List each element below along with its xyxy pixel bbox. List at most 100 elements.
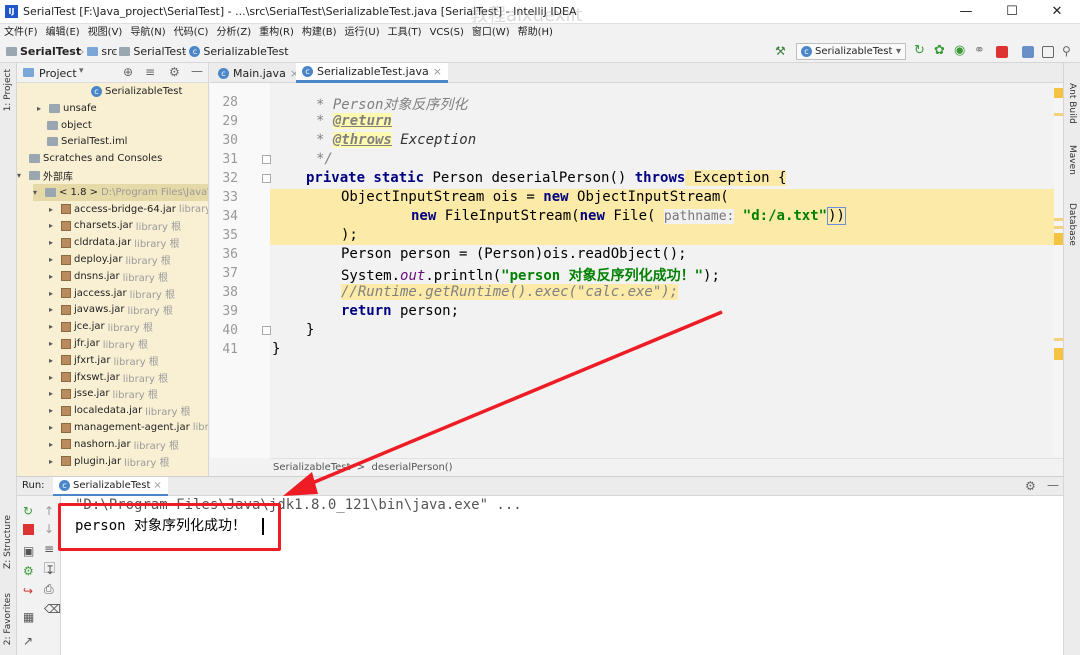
gear-icon[interactable]: ⚙ xyxy=(1025,479,1036,493)
close-icon[interactable]: × xyxy=(153,476,161,495)
hide-icon[interactable]: — xyxy=(1047,478,1059,492)
tree-item[interactable]: ▸ unsafe xyxy=(37,100,100,117)
trash-icon[interactable]: ⌫ xyxy=(44,602,61,616)
chevron-right-icon[interactable]: ▸ xyxy=(49,238,58,247)
marker[interactable] xyxy=(1054,226,1063,229)
tree-item[interactable]: ▸ jfxrt.jar library 根 xyxy=(49,352,159,369)
marker[interactable] xyxy=(1054,113,1063,116)
tree-item[interactable]: ▸ deploy.jar library 根 xyxy=(49,251,171,268)
minimize-button[interactable]: — xyxy=(943,0,989,24)
pin-icon[interactable]: ↗ xyxy=(23,634,34,648)
debug-icon[interactable]: ✿ xyxy=(934,43,946,58)
arrow-down-icon[interactable]: ↓ xyxy=(44,522,55,536)
locate-icon[interactable]: ⊕ xyxy=(123,65,133,79)
project-panel-title[interactable]: Project xyxy=(39,67,77,80)
layout-icon[interactable]: ▦ xyxy=(23,610,34,624)
menu-build[interactable]: 构建(B) xyxy=(298,24,341,41)
tab-main-java[interactable]: c Main.java × xyxy=(212,63,305,83)
chevron-right-icon[interactable]: ▸ xyxy=(49,339,58,348)
tree-item[interactable]: ▸ cldrdata.jar library 根 xyxy=(49,234,180,251)
menu-window[interactable]: 窗口(W) xyxy=(468,24,514,41)
tree-item[interactable]: ▸ jsse.jar library 根 xyxy=(49,385,158,402)
tree-item[interactable]: ▸ nashorn.jar library 根 xyxy=(49,436,179,453)
layout-icon[interactable] xyxy=(1042,46,1054,58)
camera-icon[interactable]: ▣ xyxy=(23,544,34,558)
coverage-icon[interactable]: ◉ xyxy=(954,43,966,58)
editor-scrollbar[interactable] xyxy=(1054,83,1063,458)
scroll-end-icon[interactable]: ↧ xyxy=(44,562,55,577)
tree-item[interactable]: ▸ management-agent.jarlibra xyxy=(49,419,208,436)
crumb-class[interactable]: › c SerializableTest xyxy=(182,45,289,58)
crumb-package[interactable]: › SerialTest xyxy=(112,45,186,58)
build-hammer-icon[interactable]: ⚒ xyxy=(775,44,787,58)
favorites-tool-tab[interactable]: 2: Favorites xyxy=(3,593,13,645)
tree-item[interactable]: ▸ jce.jar library 根 xyxy=(49,318,153,335)
chevron-right-icon[interactable]: ▸ xyxy=(49,389,58,398)
menu-navigate[interactable]: 导航(N) xyxy=(126,24,169,41)
chevron-down-icon[interactable]: ▾ xyxy=(79,66,84,76)
refresh-icon[interactable]: ↻ xyxy=(914,43,926,58)
chevron-down-icon[interactable]: ▾ xyxy=(33,188,42,197)
project-structure-icon[interactable] xyxy=(1022,46,1034,58)
chevron-right-icon[interactable]: ▸ xyxy=(49,289,58,298)
rerun-icon[interactable]: ↻ xyxy=(23,504,34,518)
chevron-right-icon[interactable]: ▸ xyxy=(49,356,58,365)
hide-icon[interactable]: — xyxy=(191,64,203,78)
warning-marker[interactable] xyxy=(1054,88,1063,98)
stop-icon[interactable] xyxy=(996,46,1008,58)
menu-code[interactable]: 代码(C) xyxy=(170,24,213,41)
chevron-right-icon[interactable]: ▸ xyxy=(37,104,46,113)
tree-item[interactable]: ▸ jaccess.jar library 根 xyxy=(49,285,175,302)
search-icon[interactable]: ⚲ xyxy=(1062,44,1074,58)
chevron-right-icon[interactable]: ▸ xyxy=(49,373,58,382)
menu-tools[interactable]: 工具(T) xyxy=(384,24,426,41)
tree-item[interactable]: ▸ jfxswt.jar library 根 xyxy=(49,369,168,386)
run-config-select[interactable]: c SerializableTest ▾ xyxy=(796,43,906,60)
chevron-right-icon[interactable]: ▸ xyxy=(49,423,58,432)
maximize-button[interactable]: ☐ xyxy=(989,0,1035,24)
wrap-icon[interactable]: ≡ xyxy=(44,542,55,556)
menu-refactor[interactable]: 重构(R) xyxy=(255,24,298,41)
marker[interactable] xyxy=(1054,338,1063,341)
tree-item[interactable]: c SerializableTest xyxy=(79,83,185,100)
tree-item[interactable]: ▸ jfr.jar library 根 xyxy=(49,335,148,352)
close-icon[interactable]: × xyxy=(433,65,442,78)
tree-item[interactable]: ▸ plugin.jar library 根 xyxy=(49,453,169,470)
structure-tool-tab[interactable]: Z: Structure xyxy=(3,515,13,569)
marker[interactable] xyxy=(1054,348,1063,360)
menu-analyze[interactable]: 分析(Z) xyxy=(212,24,255,41)
menu-view[interactable]: 视图(V) xyxy=(84,24,127,41)
gear-icon[interactable]: ⚙ xyxy=(169,65,180,79)
database-tab[interactable]: Database xyxy=(1067,203,1077,246)
menu-file[interactable]: 文件(F) xyxy=(0,24,42,41)
crumb-project[interactable]: SerialTest xyxy=(6,45,81,58)
run-tab[interactable]: c SerializableTest × xyxy=(53,477,168,496)
tree-item[interactable]: ▸ javaws.jar library 根 xyxy=(49,301,173,318)
chevron-right-icon[interactable]: ▸ xyxy=(49,255,58,264)
menu-edit[interactable]: 编辑(E) xyxy=(42,24,84,41)
tree-item[interactable]: object xyxy=(35,117,95,134)
chevron-right-icon[interactable]: ▸ xyxy=(49,305,58,314)
profile-icon[interactable]: ⚭ xyxy=(974,43,986,58)
chevron-right-icon[interactable]: ▸ xyxy=(49,221,58,230)
ant-build-tab[interactable]: Ant Build xyxy=(1067,83,1077,124)
chevron-right-icon[interactable]: ▸ xyxy=(49,205,58,214)
tree-item[interactable]: ▾ 外部库 xyxy=(17,167,76,184)
tree-item[interactable]: ▾ < 1.8 > D:\Program Files\Java\ xyxy=(33,183,208,201)
tree-item[interactable]: SerialTest.iml xyxy=(35,133,130,150)
marker[interactable] xyxy=(1054,218,1063,221)
close-button[interactable]: ✕ xyxy=(1034,0,1080,24)
chevron-right-icon[interactable]: ▸ xyxy=(49,457,58,466)
marker[interactable] xyxy=(1054,233,1063,245)
project-tool-tab[interactable]: 1: Project xyxy=(3,69,13,111)
tree-item[interactable]: ▸ localedata.jar library 根 xyxy=(49,402,191,419)
stop-icon[interactable] xyxy=(23,524,34,535)
menu-vcs[interactable]: VCS(S) xyxy=(426,24,468,41)
menu-run[interactable]: 运行(U) xyxy=(341,24,384,41)
tree-item[interactable]: Scratches and Consoles xyxy=(17,150,165,167)
chevron-right-icon[interactable]: ▸ xyxy=(49,322,58,331)
tab-serializabletest-java[interactable]: c SerializableTest.java × xyxy=(296,63,448,83)
tree-item[interactable]: ▸ dnsns.jar library 根 xyxy=(49,268,168,285)
collapse-icon[interactable]: ≡ xyxy=(145,65,155,79)
chevron-right-icon[interactable]: ▸ xyxy=(49,440,58,449)
